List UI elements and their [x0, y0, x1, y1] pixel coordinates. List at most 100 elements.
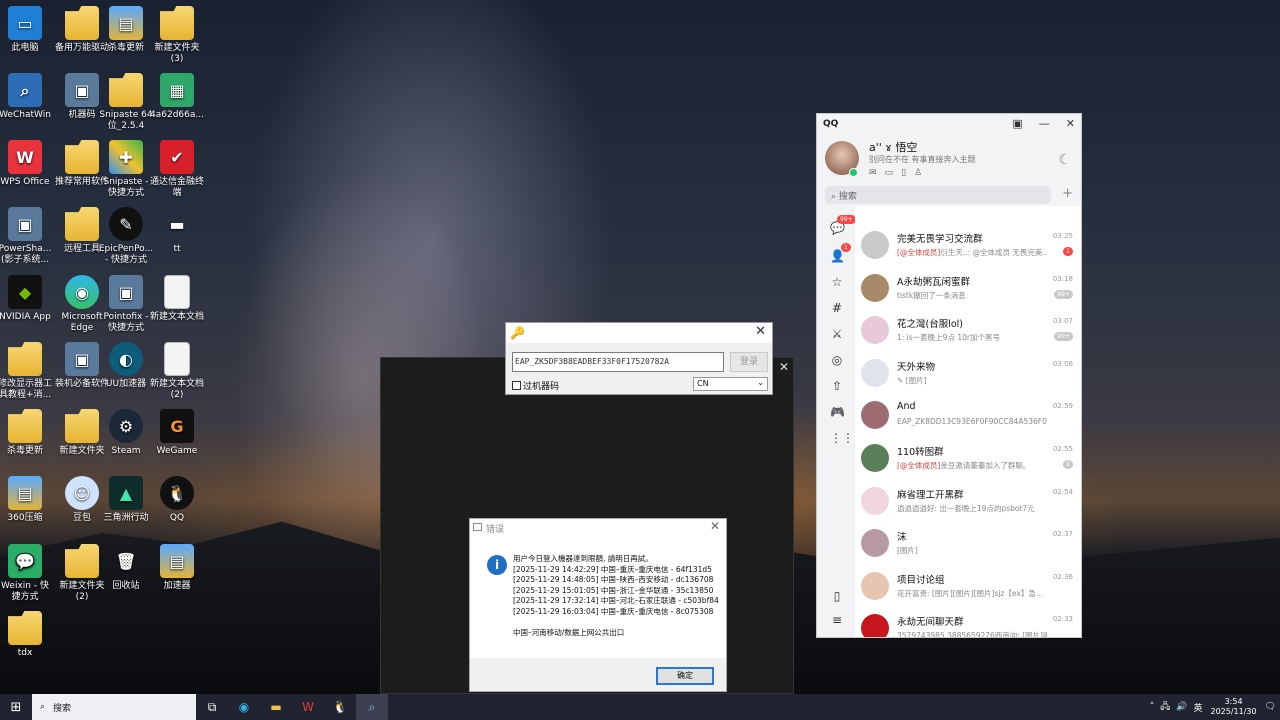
- desktop-icon[interactable]: ✔ 通达信金融终 端: [147, 140, 207, 199]
- star-icon[interactable]: ☆: [830, 275, 844, 289]
- shirt-icon[interactable]: ♙: [914, 168, 922, 178]
- desktop-icon[interactable]: ▭ 此电脑: [0, 6, 55, 54]
- chat-list-item[interactable]: 沫 02:37 [图片]: [855, 524, 1081, 567]
- close-icon[interactable]: ✕: [710, 519, 720, 533]
- menu-icon[interactable]: ≡: [830, 613, 844, 627]
- chat-name: 完美无畏学习交流群: [897, 234, 983, 245]
- desktop-icon[interactable]: 新建文本文档: [147, 275, 207, 323]
- desktop-icon-label: WeChatWin: [0, 110, 51, 120]
- edge-icon[interactable]: ◉: [228, 694, 260, 720]
- apps-grid-icon[interactable]: ⋮⋮: [830, 431, 854, 445]
- desktop-icon[interactable]: ▤ 360压缩: [0, 476, 55, 524]
- chat-preview: 1: is一套晚上9点 10r加个黑号: [897, 333, 1000, 343]
- folder-icon[interactable]: ▭: [885, 168, 894, 178]
- region-select[interactable]: CN ⌄: [693, 377, 768, 391]
- app-icon: ▣: [65, 73, 99, 107]
- folder-icon: [160, 6, 194, 40]
- dialog-body: i 用户今日登入機器達到限額, 請明日再試。 [2025-11-29 14:42…: [470, 536, 726, 658]
- chat-list-item[interactable]: 永劫无间聊天群 02:33 3579743985 3885659276西南向: [图…: [855, 609, 1081, 637]
- hashtag-icon[interactable]: #: [830, 301, 844, 315]
- chat-name: 麻省理工开黑群: [897, 489, 964, 501]
- close-icon[interactable]: ✕: [755, 324, 766, 339]
- chat-list-item[interactable]: And 02:59 EAP_ZK8DD13C93E6F0F90CC84A536F0E: [855, 396, 1081, 439]
- desktop-icon-label: WeGame: [156, 446, 198, 456]
- chevron-up-icon[interactable]: ˄: [1150, 702, 1155, 712]
- login-button[interactable]: 登录: [730, 352, 768, 372]
- chat-time: 03:07: [1052, 317, 1073, 326]
- ok-button[interactable]: 确定: [656, 667, 714, 685]
- folder-icon: [8, 409, 42, 443]
- snipaste-icon: ✚: [109, 140, 143, 174]
- desktop-icon-label: 此电脑: [11, 43, 39, 53]
- desktop-icon[interactable]: G WeGame: [147, 409, 207, 457]
- desktop-icon[interactable]: 杀毒更新: [0, 409, 55, 457]
- desktop-icon[interactable]: ◆ NVIDIA App: [0, 275, 55, 323]
- file-explorer-icon[interactable]: ▬: [260, 694, 292, 720]
- wps-icon[interactable]: W: [292, 694, 324, 720]
- upload-icon[interactable]: ⇧: [830, 379, 844, 393]
- layout-icon[interactable]: ▣: [1012, 117, 1022, 130]
- doubao-icon: ☺: [65, 476, 99, 510]
- skip-machine-code-checkbox[interactable]: 过机器码: [512, 379, 559, 392]
- desktop-icon-label: 新建文件夹 (3): [154, 43, 200, 64]
- chat-list-item[interactable]: 麻省理工开黑群 02:54 逍逍逍逍好: 出一套晚上19点的psbot7元: [855, 482, 1081, 525]
- chat-list-item[interactable]: 完美无畏学习交流群 03:25 [@全体成员]衍生天..: @全体成员 无畏完美..…: [855, 226, 1081, 269]
- chat-list-item[interactable]: 110转图群 02:55 [@全体成员]金豆邀请蓁蓁加入了群聊。 2: [855, 439, 1081, 482]
- desktop-icon[interactable]: ⌕ WeChatWin: [0, 73, 55, 121]
- chat-list-item[interactable]: 天外来物 03:06 ✎ [图片]: [855, 354, 1081, 397]
- desktop-icon[interactable]: 🐧 QQ: [147, 476, 207, 524]
- checkbox-box[interactable]: [512, 381, 521, 390]
- planet-icon[interactable]: ◎: [830, 353, 844, 367]
- close-icon[interactable]: ✕: [779, 360, 789, 374]
- windows-start-button[interactable]: ⊞: [0, 694, 32, 720]
- chat-avatar: [861, 614, 889, 637]
- app-search-icon[interactable]: ⌕: [356, 694, 388, 720]
- desktop-icon[interactable]: ▦ 4a62d66a...: [147, 73, 207, 121]
- chat-list-item[interactable]: 花之灣(台服lol) 03:07 1: is一套晚上9点 10r加个黑号 99+: [855, 311, 1081, 354]
- minimize-icon[interactable]: —: [1039, 117, 1050, 130]
- volume-icon[interactable]: 🔊: [1176, 702, 1187, 712]
- chat-avatar: [861, 529, 889, 558]
- clock[interactable]: 3:54 2025/11/30: [1209, 697, 1259, 717]
- close-icon[interactable]: ✕: [1066, 117, 1075, 130]
- chat-list-item[interactable]: 项目讨论组 02:36 花开富贵: [图片][图片][图片]sjz【ex】急...: [855, 567, 1081, 610]
- machine-code-input[interactable]: EAP_ZK5DF3B8EADBEF33F0F17520782A: [512, 352, 724, 372]
- task-view-icon[interactable]: ⧉: [196, 694, 228, 720]
- phone-icon[interactable]: ▯: [830, 589, 844, 603]
- qq-icon[interactable]: 🐧: [324, 694, 356, 720]
- chat-avatar: [861, 231, 889, 259]
- desktop-icon[interactable]: ▬ tt: [147, 207, 207, 255]
- ime-indicator[interactable]: 英: [1194, 701, 1203, 714]
- mail-icon[interactable]: ✉: [869, 168, 877, 178]
- search-input[interactable]: ⌕ 搜索: [825, 186, 1051, 204]
- folder-icon: [65, 207, 99, 241]
- bookmark-icon[interactable]: ▯: [901, 168, 906, 178]
- desktop-icon[interactable]: 修改显示器工 具教程+消...: [0, 342, 55, 401]
- chat-list-item[interactable]: A永劫粥瓦闲蜜群 03:18 tistk撤回了一条消息 99+: [855, 269, 1081, 312]
- status-signature[interactable]: 别问在不在 有事直接奔入主题: [869, 154, 976, 165]
- app-icon: ▣: [65, 342, 99, 376]
- taskbar-search[interactable]: ⌕ 搜索: [32, 694, 196, 720]
- folder-icon: [65, 6, 99, 40]
- chat-preview: 逍逍逍逍好: 出一套晚上19点的psbot7元: [897, 503, 1035, 513]
- network-icon[interactable]: 🖧: [1160, 699, 1170, 715]
- chat-name: 项目讨论组: [897, 574, 945, 586]
- desktop-icon[interactable]: 新建文本文档 (2): [147, 342, 207, 401]
- search-icon: ⌕: [831, 192, 837, 202]
- desktop-icon[interactable]: tdx: [0, 611, 55, 659]
- window-icon: [473, 523, 482, 531]
- notification-icon[interactable]: 🗨: [1265, 702, 1276, 712]
- desktop-icon[interactable]: 💬 Weixin - 快 捷方式: [0, 544, 55, 603]
- game-icon[interactable]: ⚔: [830, 327, 844, 341]
- desktop-icon[interactable]: ▣ PowerSha... (影子系统...: [0, 207, 55, 266]
- add-icon[interactable]: +: [1062, 186, 1073, 201]
- moon-icon[interactable]: ☾: [1058, 152, 1071, 168]
- unread-count-badge: 99+: [1054, 289, 1073, 299]
- desktop-icon[interactable]: ▤ 加速器: [147, 544, 207, 592]
- chat-preview: tistk撤回了一条消息: [897, 290, 966, 300]
- taskbar: ⊞ ⌕ 搜索 ⧉ ◉ ▬ W 🐧 ⌕ ˄ 🖧 🔊 英 3:54 2025/11/…: [0, 694, 1280, 720]
- desktop-icon[interactable]: 新建文件夹 (3): [147, 6, 207, 65]
- desktop-icon-label: 360压缩: [7, 513, 43, 523]
- gamepad-icon[interactable]: 🎮: [830, 405, 845, 419]
- desktop-icon[interactable]: W WPS Office: [0, 140, 55, 188]
